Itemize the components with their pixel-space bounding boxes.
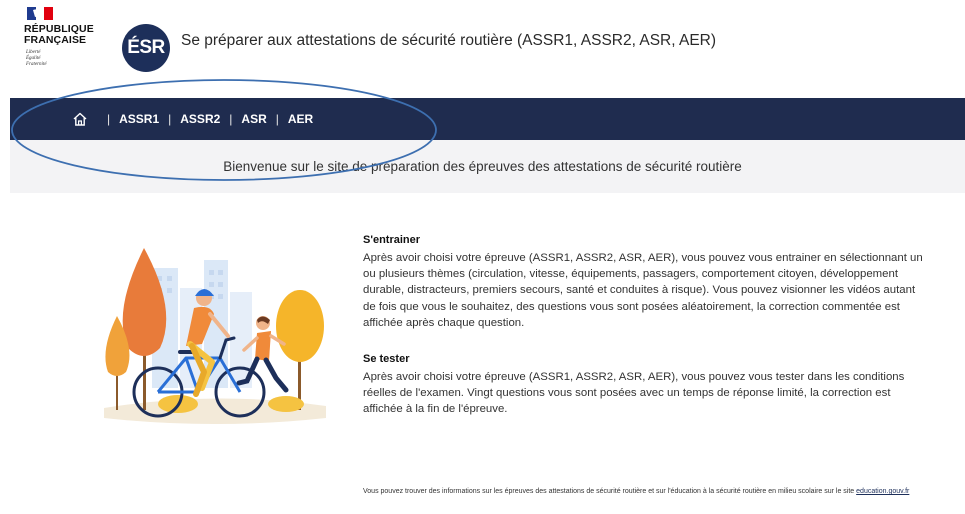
section-body: Après avoir choisi votre épreuve (ASSR1,…	[363, 252, 923, 329]
cyclist-runner-illustration	[104, 248, 326, 424]
section-title: Se tester	[363, 353, 410, 366]
home-icon[interactable]	[72, 111, 88, 127]
footnote-text: Vous pouvez trouver des informations sur…	[363, 488, 857, 495]
nav-separator: |	[229, 112, 233, 126]
site-title: Se préparer aux attestations de sécurité…	[181, 32, 717, 49]
nav-link-asr[interactable]: ASR	[241, 112, 266, 126]
education-gouv-link[interactable]: education.gouv.fr	[856, 488, 909, 495]
nav-separator: |	[275, 112, 279, 126]
main-navigation: | ASSR1 | ASSR2 | ASR | AER	[10, 98, 965, 140]
welcome-banner: Bienvenue sur le site de préparation des…	[10, 140, 965, 193]
nav-link-aer[interactable]: AER	[288, 112, 313, 126]
marianne-flag-logo	[27, 7, 53, 20]
esr-logo[interactable]: ÉSR	[122, 24, 170, 72]
republic-motto: Liberté Égalité Fraternité	[26, 50, 47, 67]
section-title: S'entrainer	[363, 234, 421, 246]
nav-separator: |	[168, 112, 172, 126]
site-header: RÉPUBLIQUE FRANÇAISE Liberté Égalité Fra…	[0, 0, 965, 92]
republique-francaise-wordmark: RÉPUBLIQUE FRANÇAISE	[24, 23, 94, 46]
section-se-tester: Se tester Après avoir choisi votre épreu…	[363, 353, 923, 418]
nav-link-assr2[interactable]: ASSR2	[180, 112, 220, 126]
section-body: Après avoir choisi votre épreuve (ASSR1,…	[363, 371, 905, 416]
nav-separator: |	[107, 112, 111, 126]
welcome-text: Bienvenue sur le site de préparation des…	[223, 159, 742, 174]
footnote: Vous pouvez trouver des informations sur…	[363, 486, 923, 497]
section-entrainer: S'entrainer Après avoir choisi votre épr…	[363, 234, 923, 331]
nav-link-assr1[interactable]: ASSR1	[119, 112, 159, 126]
main-content: S'entrainer Après avoir choisi votre épr…	[363, 234, 923, 418]
